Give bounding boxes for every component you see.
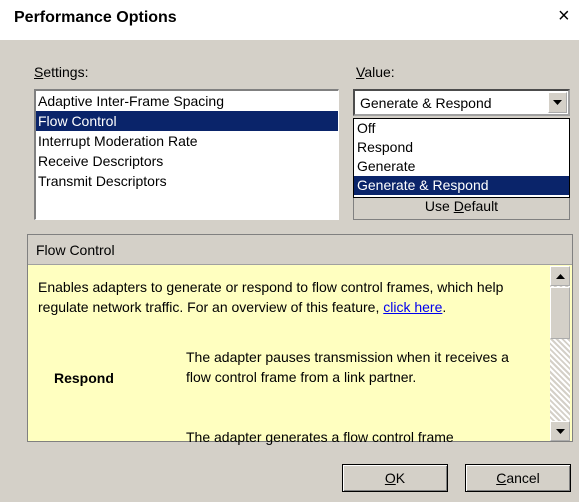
ok-button[interactable]: OK: [342, 464, 448, 492]
next-term-definition: The adapter generates a flow control fra…: [186, 429, 454, 445]
settings-item-transmit-descriptors[interactable]: Transmit Descriptors: [36, 171, 338, 191]
click-here-link[interactable]: click here: [383, 299, 442, 315]
description-header: Flow Control: [28, 235, 572, 265]
scroll-down-arrow-icon[interactable]: [550, 421, 570, 441]
settings-label: Settings:: [34, 64, 88, 80]
value-option-respond[interactable]: Respond: [354, 138, 569, 157]
description-panel: Flow Control Enables adapters to generat…: [27, 234, 573, 445]
value-option-off[interactable]: Off: [354, 119, 569, 138]
scrollbar-thumb[interactable]: [550, 287, 570, 339]
cancel-rest: ancel: [506, 470, 540, 486]
ok-rest: K: [395, 470, 406, 486]
title-bar: Performance Options ×: [0, 0, 579, 40]
settings-item-adaptive-inter-frame-spacing[interactable]: Adaptive Inter-Frame Spacing: [36, 91, 338, 111]
use-default-rest: efault: [463, 198, 499, 214]
ok-mnemonic: O: [384, 470, 396, 486]
use-default-mnemonic: D: [453, 198, 464, 214]
dialog-title: Performance Options: [14, 9, 177, 26]
description-text: Enables adapters to generate or respond …: [38, 277, 546, 317]
performance-options-dialog: Performance Options × Settings: Value: A…: [0, 0, 579, 502]
value-combobox-text: Generate & Respond: [360, 95, 492, 111]
settings-label-mnemonic: S: [34, 64, 44, 80]
settings-item-interrupt-moderation-rate[interactable]: Interrupt Moderation Rate: [36, 131, 338, 151]
value-dropdown-list[interactable]: Off Respond Generate Generate & Respond: [353, 118, 570, 198]
use-default-prefix: Use: [424, 198, 454, 214]
description-scrollbar[interactable]: [550, 266, 570, 441]
value-option-generate-and-respond[interactable]: Generate & Respond: [354, 176, 569, 195]
chevron-down-icon[interactable]: [548, 92, 567, 113]
settings-item-receive-descriptors[interactable]: Receive Descriptors: [36, 151, 338, 171]
close-button[interactable]: ×: [558, 6, 570, 26]
settings-label-rest: ettings:: [43, 64, 89, 80]
settings-item-flow-control[interactable]: Flow Control: [36, 111, 338, 131]
cancel-mnemonic: C: [496, 470, 507, 486]
value-option-generate[interactable]: Generate: [354, 157, 569, 176]
description-header-text: Flow Control: [36, 242, 115, 258]
value-label: Value:: [356, 64, 395, 80]
value-label-rest: alue:: [364, 64, 395, 80]
description-text-end: .: [442, 299, 447, 315]
value-combobox[interactable]: Generate & Respond: [353, 89, 570, 116]
settings-listbox[interactable]: Adaptive Inter-Frame Spacing Flow Contro…: [34, 89, 339, 220]
cancel-button[interactable]: Cancel: [465, 464, 571, 492]
term-respond: Respond: [54, 370, 114, 386]
scroll-up-arrow-icon[interactable]: [550, 266, 570, 286]
term-respond-definition: The adapter pauses transmission when it …: [186, 349, 509, 385]
